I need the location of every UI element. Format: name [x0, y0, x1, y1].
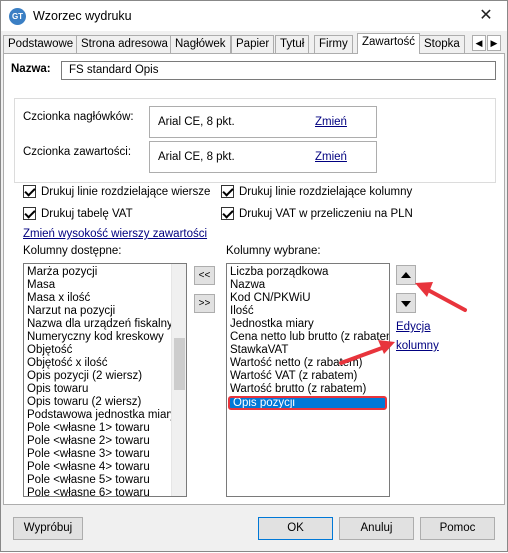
available-column-item[interactable]: Pole <własne 1> towaru [24, 422, 186, 435]
arrow-down-icon [401, 301, 411, 307]
available-column-item[interactable]: Pole <własne 5> towaru [24, 474, 186, 487]
tab-strip: Podstawowe Strona adresowa Nagłówek Papi… [3, 33, 507, 54]
selected-column-item[interactable]: Liczba porządkowa [227, 266, 389, 279]
available-column-item[interactable]: Narzut na pozycji [24, 305, 186, 318]
selected-column-item[interactable]: Ilość [227, 305, 389, 318]
selected-column-item[interactable]: Wartość brutto (z rabatem) [227, 383, 389, 396]
available-column-item[interactable]: Pole <własne 3> towaru [24, 448, 186, 461]
close-icon[interactable]: ✕ [475, 5, 497, 27]
vat-table-checkbox[interactable] [23, 207, 36, 220]
name-label: Nazwa: [11, 63, 51, 75]
available-column-item[interactable]: Opis towaru [24, 383, 186, 396]
help-button[interactable]: Pomoc [420, 517, 495, 540]
tab-zawartosc[interactable]: Zawartość [357, 33, 421, 54]
content-font-value: Arial CE, 8 pkt. [158, 151, 235, 163]
add-column-button[interactable]: << [194, 266, 215, 285]
available-column-item[interactable]: Pole <własne 4> towaru [24, 461, 186, 474]
print-template-dialog: GT Wzorzec wydruku ✕ Podstawowe Strona a… [0, 0, 508, 552]
selected-column-item[interactable]: Wartość netto (z rabatem) [227, 357, 389, 370]
available-columns-label: Kolumny dostępne: [23, 245, 122, 257]
header-font-value: Arial CE, 8 pkt. [158, 116, 235, 128]
edit-column-link-line2[interactable]: kolumny [396, 340, 439, 352]
row-lines-checkbox[interactable] [23, 185, 36, 198]
header-font-change-link[interactable]: Zmień [315, 116, 347, 128]
row-lines-label: Drukuj linie rozdzielające wiersze [41, 185, 211, 198]
tab-podstawowe[interactable]: Podstawowe [3, 35, 79, 53]
cancel-button[interactable]: Anuluj [339, 517, 414, 540]
available-columns-list[interactable]: Marża pozycji Masa Masa x ilość Narzut na p… [23, 263, 187, 497]
available-column-item[interactable]: Masa x ilość [24, 292, 186, 305]
tab-scroll-left-icon[interactable]: ◀ [472, 35, 486, 51]
preview-button[interactable]: Wypróbuj [13, 517, 83, 540]
header-font-label: Czcionka nagłówków: [23, 111, 134, 123]
app-logo-icon: GT [9, 8, 26, 25]
selected-columns-label: Kolumny wybrane: [226, 245, 321, 257]
available-column-item[interactable]: Marża pozycji [24, 266, 186, 279]
edit-column-link-line1[interactable]: Edycja [396, 321, 431, 333]
tab-strona-adresowa[interactable]: Strona adresowa [76, 35, 173, 53]
row-height-link[interactable]: Zmień wysokość wierszy zawartości [23, 228, 207, 240]
available-column-item[interactable]: Opis towaru (2 wiersz) [24, 396, 186, 409]
col-lines-label: Drukuj linie rozdzielające kolumny [239, 185, 413, 198]
col-lines-checkbox[interactable] [221, 185, 234, 198]
selected-column-item[interactable]: StawkaVAT [227, 344, 389, 357]
tab-papier[interactable]: Papier [231, 35, 275, 53]
header-font-box: Arial CE, 8 pkt. Zmień [149, 106, 377, 138]
vat-pln-label: Drukuj VAT w przeliczeniu na PLN [239, 207, 413, 220]
available-list-scroll-thumb[interactable] [174, 338, 185, 390]
available-column-item[interactable]: Opis pozycji (2 wiersz) [24, 370, 186, 383]
available-column-item[interactable]: Podstawowa jednostka miary [24, 409, 186, 422]
row-lines-option[interactable]: Drukuj linie rozdzielające wiersze [23, 185, 210, 198]
selected-columns-list[interactable]: Liczba porządkowa Nazwa Kod CN/PKWiU Ilość J… [226, 263, 390, 497]
vat-table-option[interactable]: Drukuj tabelę VAT [23, 207, 133, 220]
vat-pln-option[interactable]: Drukuj VAT w przeliczeniu na PLN [221, 207, 413, 220]
tab-naglowek[interactable]: Nagłówek [170, 35, 231, 53]
content-font-box: Arial CE, 8 pkt. Zmień [149, 141, 377, 173]
available-column-item[interactable]: Pole <własne 6> towaru [24, 487, 186, 496]
move-up-button[interactable] [396, 265, 416, 285]
available-column-item[interactable]: Nazwa dla urządzeń fiskalnych [24, 318, 186, 331]
tab-stopka[interactable]: Stopka [419, 35, 465, 53]
available-column-item[interactable]: Objętość [24, 344, 186, 357]
selected-column-item[interactable]: Cena netto lub brutto (z rabatem) [227, 331, 389, 344]
selected-column-item[interactable]: Wartość VAT (z rabatem) [227, 370, 389, 383]
tab-scroll-right-icon[interactable]: ▶ [487, 35, 501, 51]
remove-column-button[interactable]: >> [194, 294, 215, 313]
available-column-item[interactable]: Objętość x ilość [24, 357, 186, 370]
tab-firmy[interactable]: Firmy [314, 35, 353, 53]
col-lines-option[interactable]: Drukuj linie rozdzielające kolumny [221, 185, 412, 198]
available-column-item[interactable]: Masa [24, 279, 186, 292]
available-list-scrollbar[interactable] [171, 264, 186, 496]
selected-column-item[interactable]: Jednostka miary [227, 318, 389, 331]
selected-column-item[interactable]: Kod CN/PKWiU [227, 292, 389, 305]
available-column-item[interactable]: Numeryczny kod kreskowy [24, 331, 186, 344]
selected-column-item[interactable]: Nazwa [227, 279, 389, 292]
title-bar: GT Wzorzec wydruku ✕ [1, 1, 507, 31]
content-font-change-link[interactable]: Zmień [315, 151, 347, 163]
ok-button[interactable]: OK [258, 517, 333, 540]
available-column-item[interactable]: Pole <własne 2> towaru [24, 435, 186, 448]
move-down-button[interactable] [396, 293, 416, 313]
arrow-up-icon [401, 272, 411, 278]
vat-pln-checkbox[interactable] [221, 207, 234, 220]
content-font-label: Czcionka zawartości: [23, 146, 132, 158]
name-input[interactable]: FS standard Opis [61, 61, 496, 80]
window-title: Wzorzec wydruku [33, 9, 132, 23]
vat-table-label: Drukuj tabelę VAT [41, 207, 133, 220]
selected-column-item-highlighted[interactable]: Opis pozycji [228, 396, 387, 410]
tab-tytul[interactable]: Tytuł [275, 35, 310, 53]
